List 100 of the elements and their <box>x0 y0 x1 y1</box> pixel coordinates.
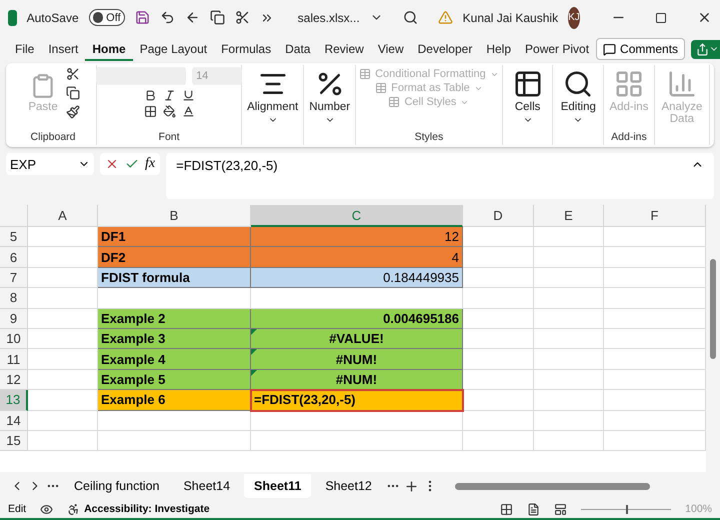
copy-icon[interactable] <box>66 86 80 100</box>
page-layout-icon[interactable] <box>527 502 540 516</box>
table-cell: 0.004695186 <box>251 308 463 329</box>
error-indicator-icon[interactable] <box>251 349 257 356</box>
formula-field[interactable]: =FDIST(23,20,-5) <box>166 153 714 199</box>
row-header[interactable]: 7 <box>0 268 28 288</box>
table-cell: Example 4 <box>98 349 251 370</box>
column-header[interactable]: D <box>463 205 534 227</box>
table-cell: Example 6 <box>98 390 251 411</box>
table-icon <box>512 69 543 99</box>
zoom-level: 100% <box>685 503 712 515</box>
column-header[interactable]: F <box>604 205 706 227</box>
error-indicator-icon[interactable] <box>251 328 257 335</box>
borders-icon[interactable] <box>144 105 157 118</box>
row-header[interactable]: 14 <box>0 410 28 431</box>
page-break-icon[interactable] <box>554 502 568 516</box>
table-cell: #NUM! <box>251 370 463 390</box>
zoom-slider-thumb[interactable] <box>626 504 628 514</box>
menu-tab[interactable]: Formulas <box>214 37 278 61</box>
user-avatar[interactable]: KJ <box>568 6 580 28</box>
menu-tab[interactable]: Insert <box>41 37 86 61</box>
font-color-icon[interactable] <box>182 105 195 118</box>
table-cell: Example 5 <box>98 370 251 390</box>
mode-indicator: Edit <box>8 503 26 515</box>
sheet-tab[interactable]: Sheet11 <box>244 474 312 498</box>
macro-icon[interactable] <box>40 502 54 516</box>
row-header[interactable]: 6 <box>0 247 28 268</box>
table-cell: 12 <box>251 227 463 248</box>
editing-button[interactable]: Editing <box>558 67 598 127</box>
row-header[interactable]: 8 <box>0 288 28 309</box>
column-header[interactable]: E <box>534 205 604 227</box>
row-header[interactable]: 15 <box>0 430 28 452</box>
warning-icon[interactable] <box>438 10 453 25</box>
menu-tab[interactable]: Data <box>278 37 318 61</box>
alignment-button[interactable]: Alignment <box>245 67 300 127</box>
group-label: Clipboard <box>30 131 76 143</box>
share-icon <box>696 42 710 56</box>
app-logo-icon <box>8 10 17 26</box>
menu-tab[interactable]: Help <box>479 37 518 61</box>
paintbrush-icon[interactable] <box>66 105 80 119</box>
table-cell: #VALUE! <box>251 328 463 350</box>
accessibility-status[interactable]: Accessibility: Investigate <box>84 503 210 515</box>
copy-icon[interactable] <box>210 10 225 25</box>
table-icon <box>388 96 400 108</box>
menu-tab[interactable]: Review <box>317 37 371 61</box>
accessibility-icon[interactable] <box>67 502 80 516</box>
fill-bucket-icon[interactable] <box>162 105 176 118</box>
table-icon <box>375 82 388 94</box>
cell-edit-field[interactable]: =FDIST(23,20,-5) <box>251 390 463 411</box>
row-header[interactable]: 12 <box>0 370 28 390</box>
undo-icon[interactable] <box>160 10 175 25</box>
scissors-icon[interactable] <box>66 67 80 81</box>
menu-tab[interactable]: Developer <box>410 37 480 61</box>
maximize-icon[interactable] <box>655 12 668 24</box>
sheet-tab[interactable]: Ceiling function <box>64 474 170 498</box>
error-indicator-icon[interactable] <box>251 370 257 376</box>
file-name[interactable]: sales.xlsx... <box>298 10 360 24</box>
table-cell: Example 3 <box>98 328 251 350</box>
menu-tab[interactable]: Power Pivot <box>518 37 596 61</box>
table-cell: 0.184449935 <box>251 268 463 288</box>
search-icon[interactable] <box>402 10 418 25</box>
row-header[interactable]: 11 <box>0 349 28 370</box>
menu-tab[interactable]: View <box>370 37 411 61</box>
bold-icon[interactable] <box>144 89 157 102</box>
row-header[interactable]: 10 <box>0 328 28 350</box>
table-cell: DF2 <box>98 247 251 268</box>
share-button[interactable] <box>691 40 720 58</box>
cancel-icon[interactable] <box>105 157 119 171</box>
italic-icon[interactable] <box>162 89 176 102</box>
grid-icon <box>614 69 644 99</box>
group-label: Font <box>158 131 180 143</box>
underline-icon[interactable] <box>182 89 195 102</box>
menu-tab[interactable]: Home <box>85 37 133 61</box>
comments-button[interactable]: Comments <box>596 38 686 60</box>
autosave-toggle[interactable]: Off <box>88 9 125 26</box>
sheet-tab[interactable]: Sheet14 <box>173 474 240 498</box>
name-box[interactable]: EXP <box>6 153 94 175</box>
row-header[interactable]: 5 <box>0 227 28 248</box>
sheet-tab[interactable]: Sheet12 <box>315 474 382 498</box>
scissors-icon[interactable] <box>234 10 250 25</box>
number-button[interactable]: Number <box>307 67 352 127</box>
add-sheet-icon[interactable] <box>404 478 419 494</box>
table-icon <box>359 68 372 80</box>
row-header[interactable]: 9 <box>0 308 28 329</box>
column-header[interactable]: B <box>98 205 251 227</box>
save-icon[interactable] <box>134 10 150 25</box>
table-cell: FDIST formula <box>98 268 251 288</box>
autosave-label: AutoSave <box>26 10 79 24</box>
column-header[interactable]: A <box>28 205 98 227</box>
insert-function-button[interactable]: fx <box>145 156 156 172</box>
normal-view-icon[interactable] <box>500 502 514 516</box>
table-cell: #NUM! <box>251 349 463 370</box>
cells-button[interactable]: Cells <box>510 67 545 127</box>
table-cell: Example 2 <box>98 308 251 329</box>
bar-chart-icon <box>666 69 697 99</box>
speech-bubble-icon <box>603 42 616 56</box>
group-label: Styles <box>414 131 444 143</box>
font-name-field[interactable] <box>96 67 186 85</box>
menu-tab[interactable]: Page Layout <box>132 37 214 61</box>
menu-tab[interactable]: File <box>8 37 42 61</box>
